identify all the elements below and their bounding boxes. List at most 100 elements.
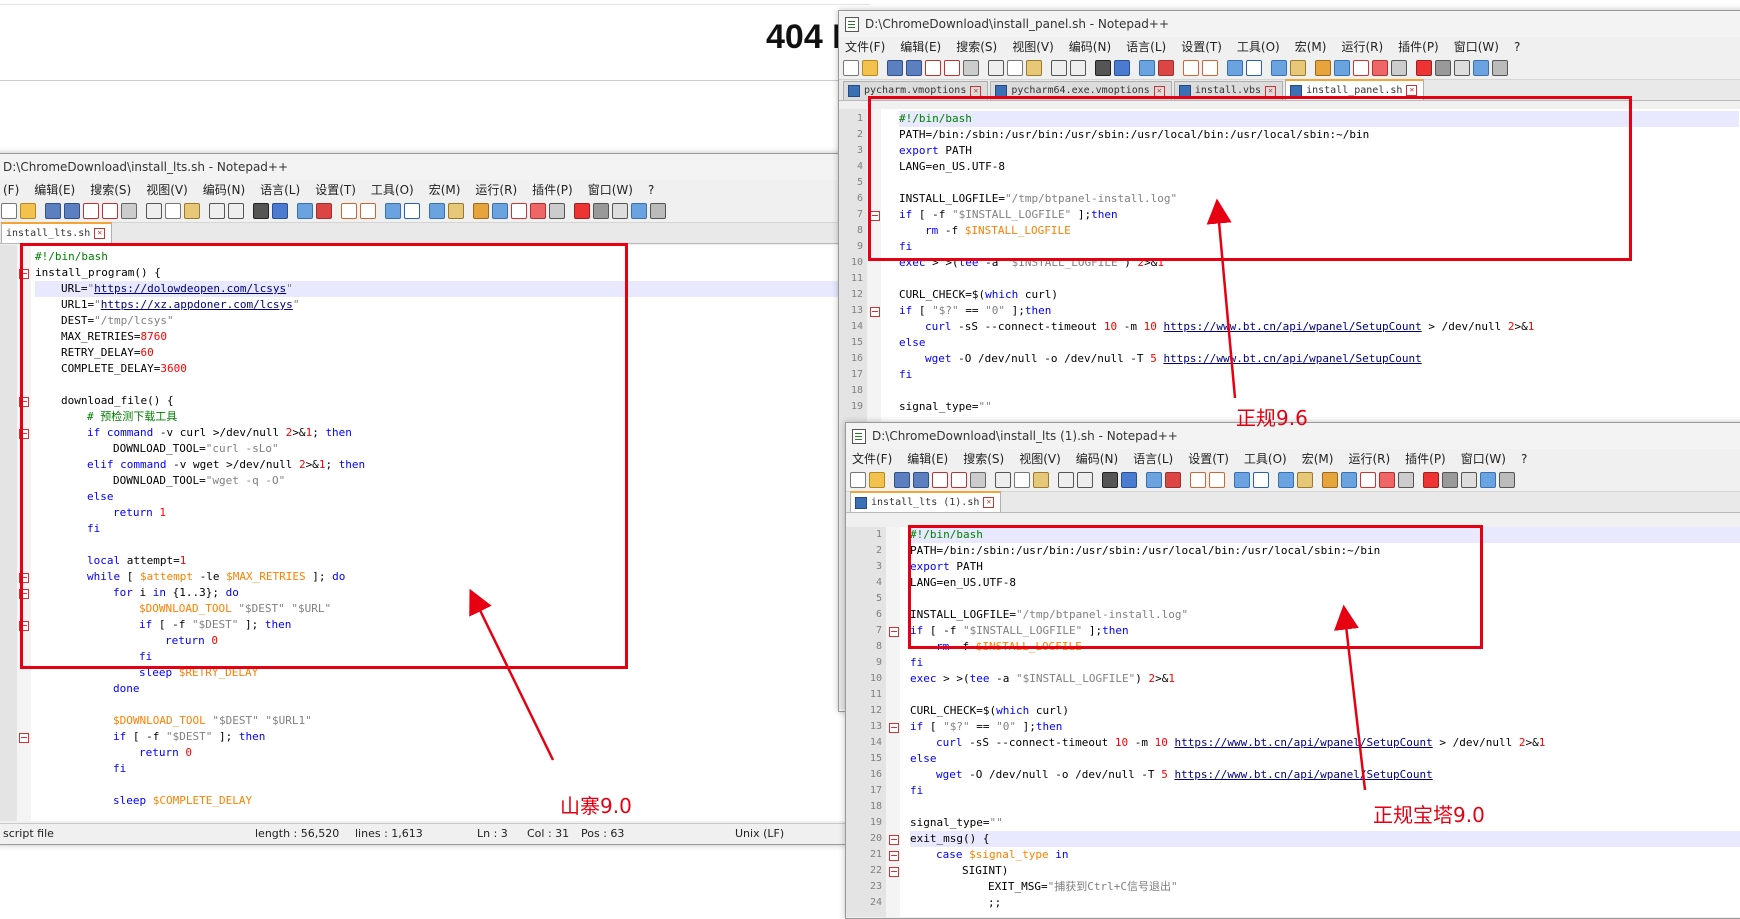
fold-toggle-icon[interactable] xyxy=(889,851,899,861)
menu-item[interactable]: 编码(N) xyxy=(1076,449,1118,469)
sync-h-icon[interactable] xyxy=(1209,472,1225,488)
tab-install-lts[interactable]: install_lts.sh ✕ xyxy=(1,222,113,243)
copy-icon[interactable] xyxy=(1014,472,1030,488)
paste-icon[interactable] xyxy=(1033,472,1049,488)
play-multi-icon[interactable] xyxy=(1480,472,1496,488)
menu-item[interactable]: 窗口(W) xyxy=(1461,449,1506,469)
menu-item[interactable]: 设置(T) xyxy=(1181,37,1222,57)
menu-item[interactable]: 语言(L) xyxy=(1126,37,1166,57)
menu-item[interactable]: 视图(V) xyxy=(1012,37,1054,57)
zoom-in-icon[interactable] xyxy=(1146,472,1162,488)
udl-icon[interactable] xyxy=(1297,472,1313,488)
wrap-icon[interactable] xyxy=(1227,60,1243,76)
menu-item[interactable]: 编辑(E) xyxy=(900,37,941,57)
copy-icon[interactable] xyxy=(1007,60,1023,76)
doc-list-icon[interactable] xyxy=(1334,60,1350,76)
zoom-out-icon[interactable] xyxy=(1165,472,1181,488)
menu-item[interactable]: 运行(R) xyxy=(1348,449,1390,469)
save-all-icon[interactable] xyxy=(913,472,929,488)
menu-item[interactable]: 设置(T) xyxy=(1188,449,1229,469)
folder-workspace-icon[interactable] xyxy=(1379,472,1395,488)
doc-list-icon[interactable] xyxy=(492,203,508,219)
close-icon[interactable]: ✕ xyxy=(94,228,106,239)
function-list-icon[interactable] xyxy=(1360,472,1376,488)
menu-item[interactable]: 工具(O) xyxy=(1244,449,1287,469)
save-icon[interactable] xyxy=(45,203,61,219)
menu-item[interactable]: 编辑(E) xyxy=(907,449,948,469)
menu-item[interactable]: 宏(M) xyxy=(1295,37,1327,57)
all-chars-icon[interactable] xyxy=(1246,60,1262,76)
find-icon[interactable] xyxy=(253,203,269,219)
menu-item[interactable]: 文件(F) xyxy=(845,37,885,57)
save-all-icon[interactable] xyxy=(64,203,80,219)
open-file-icon[interactable] xyxy=(862,60,878,76)
menu-item[interactable]: ? xyxy=(1514,37,1520,57)
close-icon[interactable] xyxy=(932,472,948,488)
stop-icon[interactable] xyxy=(1442,472,1458,488)
menu-item[interactable]: 编码(N) xyxy=(203,180,245,200)
sync-v-icon[interactable] xyxy=(1190,472,1206,488)
monitor-icon[interactable] xyxy=(1398,472,1414,488)
close-icon[interactable]: ✕ xyxy=(1265,85,1277,97)
monitor-icon[interactable] xyxy=(549,203,565,219)
menu-item[interactable]: 搜索(S) xyxy=(963,449,1004,469)
close-all-icon[interactable] xyxy=(102,203,118,219)
menu-item[interactable]: 运行(R) xyxy=(475,180,517,200)
play-icon[interactable] xyxy=(1461,472,1477,488)
wrap-icon[interactable] xyxy=(385,203,401,219)
folder-workspace-icon[interactable] xyxy=(1372,60,1388,76)
fold-toggle-icon[interactable] xyxy=(870,307,880,317)
zoom-in-icon[interactable] xyxy=(297,203,313,219)
new-file-icon[interactable] xyxy=(843,60,859,76)
doc-list-icon[interactable] xyxy=(1341,472,1357,488)
save-macro-icon[interactable] xyxy=(1492,60,1508,76)
menu-item[interactable]: (F) xyxy=(3,180,19,200)
menu-item[interactable]: 宏(M) xyxy=(1302,449,1334,469)
cut-icon[interactable] xyxy=(995,472,1011,488)
udl-icon[interactable] xyxy=(448,203,464,219)
menu-item[interactable]: 编辑(E) xyxy=(34,180,75,200)
zoom-out-icon[interactable] xyxy=(1158,60,1174,76)
monitor-icon[interactable] xyxy=(1391,60,1407,76)
menu-item[interactable]: 窗口(W) xyxy=(1454,37,1499,57)
menu-item[interactable]: 插件(P) xyxy=(1405,449,1446,469)
menu-item[interactable]: 视图(V) xyxy=(146,180,188,200)
record-icon[interactable] xyxy=(1423,472,1439,488)
fold-toggle-icon[interactable] xyxy=(19,733,29,743)
play-multi-icon[interactable] xyxy=(1473,60,1489,76)
save-macro-icon[interactable] xyxy=(650,203,666,219)
zoom-out-icon[interactable] xyxy=(316,203,332,219)
find-icon[interactable] xyxy=(1095,60,1111,76)
function-list-icon[interactable] xyxy=(511,203,527,219)
close-icon[interactable] xyxy=(925,60,941,76)
menu-item[interactable]: 视图(V) xyxy=(1019,449,1061,469)
title-bar[interactable]: D:\ChromeDownload\install_lts.sh - Notep… xyxy=(0,154,845,180)
stop-icon[interactable] xyxy=(593,203,609,219)
menu-item[interactable]: 语言(L) xyxy=(260,180,300,200)
indent-guide-icon[interactable] xyxy=(1271,60,1287,76)
menu-item[interactable]: 工具(O) xyxy=(371,180,414,200)
doc-map-icon[interactable] xyxy=(1322,472,1338,488)
fold-toggle-icon[interactable] xyxy=(889,723,899,733)
menu-item[interactable]: 语言(L) xyxy=(1133,449,1173,469)
menu-item[interactable]: ? xyxy=(648,180,654,200)
record-icon[interactable] xyxy=(574,203,590,219)
new-file-icon[interactable] xyxy=(1,203,17,219)
copy-icon[interactable] xyxy=(165,203,181,219)
fold-toggle-icon[interactable] xyxy=(889,835,899,845)
play-icon[interactable] xyxy=(1454,60,1470,76)
sync-v-icon[interactable] xyxy=(1183,60,1199,76)
fold-toggle-icon[interactable] xyxy=(889,627,899,637)
undo-icon[interactable] xyxy=(209,203,225,219)
replace-icon[interactable] xyxy=(1114,60,1130,76)
cut-icon[interactable] xyxy=(146,203,162,219)
close-icon[interactable]: ✕ xyxy=(970,85,982,97)
sync-h-icon[interactable] xyxy=(1202,60,1218,76)
indent-guide-icon[interactable] xyxy=(429,203,445,219)
menu-item[interactable]: 插件(P) xyxy=(532,180,573,200)
folder-workspace-icon[interactable] xyxy=(530,203,546,219)
redo-icon[interactable] xyxy=(228,203,244,219)
close-icon[interactable]: ✕ xyxy=(1153,85,1165,97)
menu-item[interactable]: 文件(F) xyxy=(852,449,892,469)
sync-v-icon[interactable] xyxy=(341,203,357,219)
